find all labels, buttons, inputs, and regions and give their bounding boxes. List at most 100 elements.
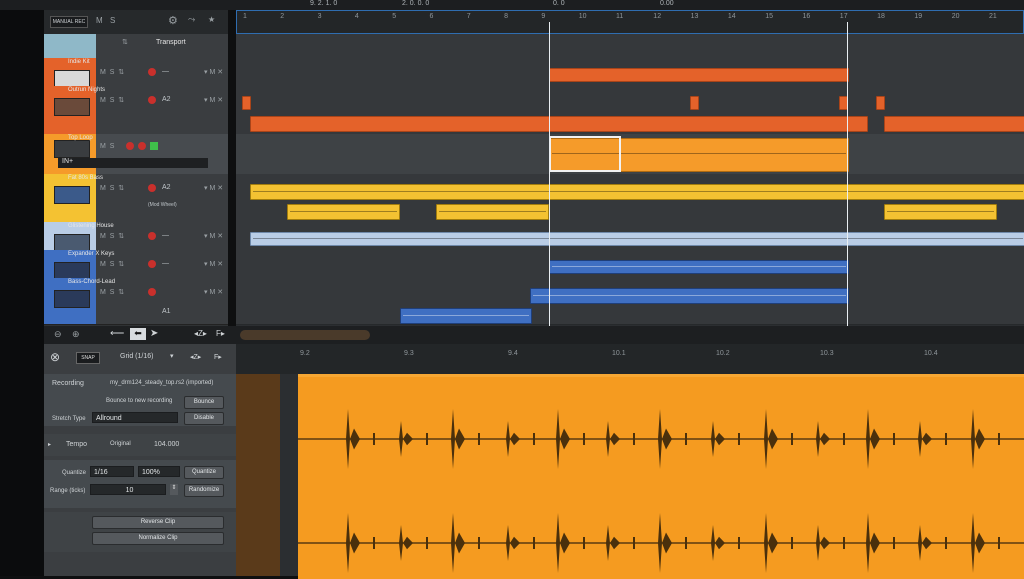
clip[interactable] [690,96,699,110]
arrangement-scrollbar[interactable]: ⊖ ⊕ ⟵ ⬅ ➤ ◂Z▸ F▸ [44,326,1024,344]
track-mix-buttons[interactable]: ▾ M ✕ [204,260,223,268]
lane-glistening-house[interactable] [236,222,1024,251]
clip[interactable] [530,288,849,304]
record-arm-button[interactable] [148,96,156,104]
clip[interactable] [250,232,1024,246]
record-arm-button[interactable] [148,260,156,268]
follow-icon[interactable]: F▸ [216,329,225,338]
quantize-button[interactable]: Quantize [184,466,224,479]
mute-solo-buttons[interactable]: M S ⇅ [100,232,124,240]
lane-top-loop[interactable] [236,134,1024,175]
track-mix-buttons[interactable]: ▾ M ✕ [204,68,223,76]
mute-solo-buttons[interactable]: M S ⇅ [100,288,124,296]
track-fat-80s-bass[interactable]: Fat 80s Bass M S ⇅ A2 ▾ M ✕ (Mod Wheel) [44,174,228,223]
follow-toggle-icon[interactable]: F▸ [214,353,222,361]
track-bass-chord-lead[interactable]: Bass-Chord-Lead M S ⇅ A1 ▾ M ✕ [44,278,228,325]
star-icon[interactable]: ★ [208,15,215,24]
snap-badge[interactable]: SNAP [76,352,100,364]
clip[interactable] [549,68,849,82]
record-arm-button[interactable] [148,232,156,240]
nudge-right-icon[interactable]: ➤ [150,328,158,339]
lane-transport[interactable] [236,34,1024,59]
clip[interactable] [400,308,532,324]
tempo-value[interactable]: 104.000 [154,441,179,448]
track-glistening-house[interactable]: Glistening House M S ⇅ — ▾ M ✕ [44,222,228,252]
channel-selector[interactable]: — [162,260,169,267]
zoom-in-icon[interactable]: ⊕ [72,329,80,340]
track-mix-buttons[interactable]: ▾ M ✕ [204,288,223,296]
bounce-button[interactable]: Bounce [184,396,224,409]
lane-expander-x-keys[interactable] [236,250,1024,279]
channel-selector[interactable]: A2 [162,96,171,103]
timeline-ruler[interactable]: 1 2 3 4 5 6 7 8 9 10 11 12 13 14 15 16 17 18 19 20 21 [236,10,1024,34]
tempo-mode[interactable]: Original [110,441,131,447]
track-transport[interactable]: ⇅ Transport [44,34,228,59]
audio-waveform-clip[interactable] [298,374,1024,579]
global-mute-button[interactable]: M [96,16,103,25]
record-arm-button[interactable] [148,184,156,192]
clip[interactable] [549,260,849,274]
channel-selector[interactable]: — [162,232,169,239]
mute-solo-buttons[interactable]: M S [100,143,114,150]
track-mix-buttons[interactable]: ▾ M ✕ [204,232,223,240]
loop-end-marker[interactable] [847,22,848,326]
track-top-loop[interactable]: Top Loop M S IN+ [44,134,228,175]
horizontal-scroll-thumb[interactable] [240,330,370,340]
track-indie-kit[interactable]: Indie Kit M S ⇅ — ▾ M ✕ [44,58,228,88]
play-button[interactable] [150,142,158,150]
selection-range[interactable] [549,136,621,172]
automation-lane-label[interactable]: (Mod Wheel) [148,202,177,208]
record-arm-button[interactable] [148,68,156,76]
editor-ruler[interactable]: 9.2 9.3 9.4 10.1 10.2 10.3 10.4 [236,344,1024,374]
nudge-left-icon[interactable]: ⟵ [110,328,124,339]
manual-rec-badge[interactable]: MANUAL REC [50,16,88,28]
channel-selector[interactable]: A1 [162,308,171,315]
quantize-grid-select[interactable]: 1/16 [90,466,134,477]
clip[interactable] [250,116,868,132]
clip[interactable] [884,204,997,220]
global-solo-button[interactable]: S [110,16,115,25]
mute-solo-buttons[interactable]: M S ⇅ [100,184,124,192]
mute-solo-buttons[interactable]: M S ⇅ [100,68,124,76]
track-expander-x-keys[interactable]: Expander X Keys M S ⇅ — ▾ M ✕ [44,250,228,280]
clip[interactable] [876,96,885,110]
lane-outrun-nights[interactable] [236,86,1024,135]
channel-selector[interactable]: A2 [162,184,171,191]
stretch-type-select[interactable]: Allround [92,412,178,423]
normalize-clip-button[interactable]: Normalize Clip [92,532,224,545]
mute-solo-buttons[interactable]: M S ⇅ [100,96,124,104]
record-arm-button[interactable] [148,288,156,296]
clip[interactable] [436,204,549,220]
mute-solo-buttons[interactable]: M S ⇅ [100,260,124,268]
zoom-out-icon[interactable]: ⊖ [54,329,62,340]
snap-toggle-icon[interactable]: ◂Z▸ [190,353,201,361]
channel-selector[interactable]: — [162,68,169,75]
disable-button[interactable]: Disable [184,412,224,425]
clip[interactable] [242,96,251,110]
record-arm-button[interactable] [126,142,134,150]
lane-indie-kit[interactable] [236,58,1024,87]
track-outrun-nights[interactable]: Outrun Nights M S ⇅ A2 ▾ M ✕ [44,86,228,135]
clip[interactable] [287,204,400,220]
track-mix-buttons[interactable]: ▾ M ✕ [204,184,223,192]
settings-icon[interactable]: ⚙ [168,14,178,27]
snap-icon[interactable]: ◂Z▸ [194,329,207,338]
grid-selector[interactable]: Grid (1/16) [120,353,153,360]
automation-icon[interactable]: ⤳ [188,14,195,25]
input-selector[interactable]: IN+ [62,158,73,165]
randomize-button[interactable]: Randomize [184,484,224,497]
move-tool-icon[interactable]: ⬅ [130,328,146,340]
clip[interactable] [884,116,1024,132]
close-icon[interactable]: ⊗ [50,350,60,364]
loop-icon[interactable]: ⇅ [122,38,128,46]
track-mix-buttons[interactable]: ▾ M ✕ [204,96,223,104]
loop-start-marker[interactable] [549,22,550,326]
expand-icon[interactable]: ▸ [48,441,51,448]
range-input[interactable]: 10 [90,484,166,495]
lane-fat-80s-bass[interactable] [236,174,1024,223]
reverse-clip-button[interactable]: Reverse Clip [92,516,224,529]
quantize-percent-select[interactable]: 100% [138,466,180,477]
range-stepper[interactable]: ⇕ [170,484,178,495]
grid-dropdown-icon[interactable]: ▾ [170,352,174,360]
lane-bass-chord-lead[interactable] [236,278,1024,325]
